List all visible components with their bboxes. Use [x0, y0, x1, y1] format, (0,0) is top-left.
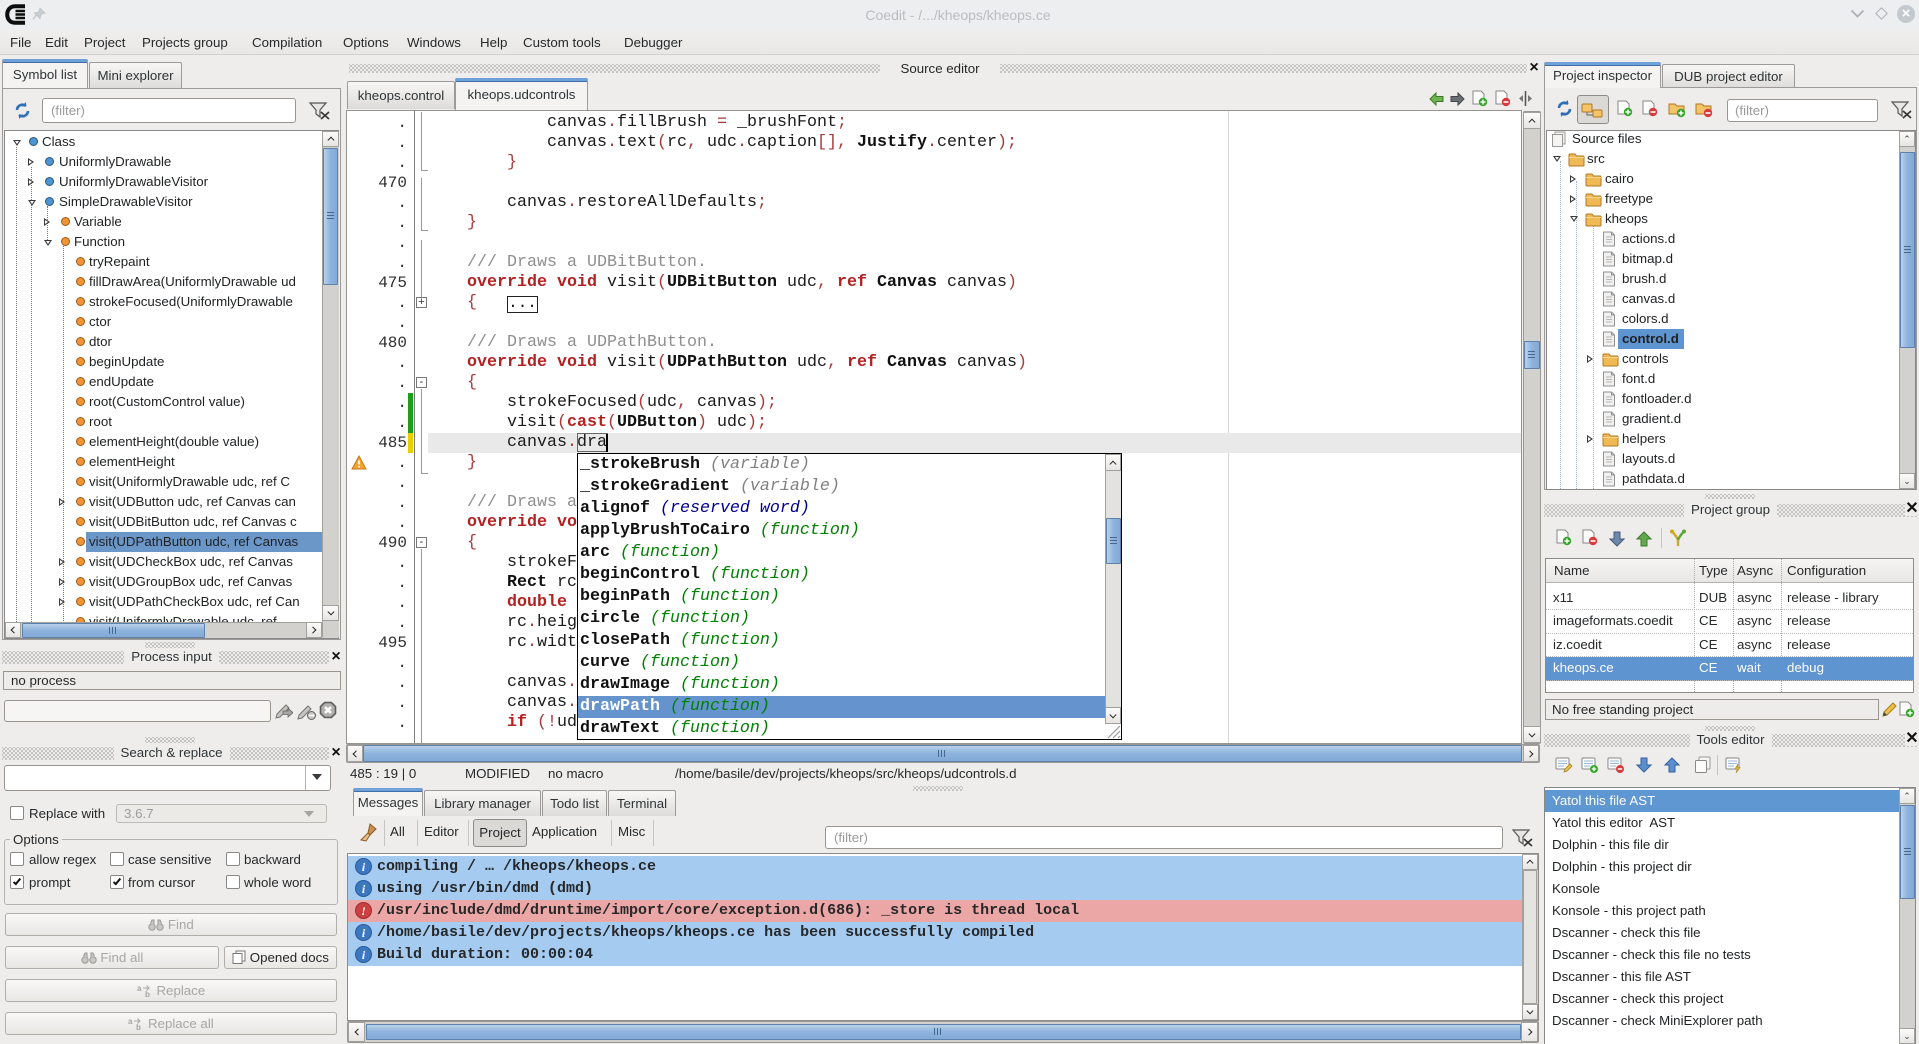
svg-text:a: a	[128, 1017, 133, 1026]
svg-text:b: b	[136, 1023, 141, 1031]
svg-text:a: a	[137, 984, 142, 993]
svg-text:b: b	[145, 990, 150, 998]
